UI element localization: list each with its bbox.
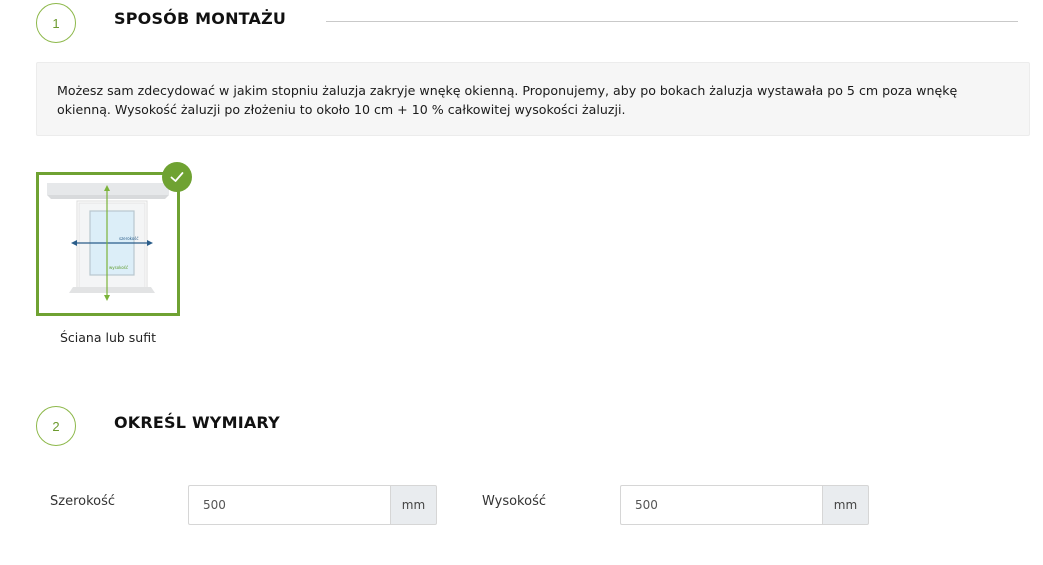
height-arrow-label: wysokość xyxy=(109,265,128,270)
window-mount-icon: szerokość wysokość xyxy=(47,183,169,301)
step-2-number: 2 xyxy=(36,406,76,446)
height-input-group: mm xyxy=(620,485,869,525)
mount-option-label: Ściana lub sufit xyxy=(59,330,156,345)
mount-option-wall-ceiling[interactable]: szerokość wysokość xyxy=(36,172,180,316)
mounting-info-text: Możesz sam zdecydować w jakim stopniu ża… xyxy=(57,83,958,117)
mounting-info-box: Możesz sam zdecydować w jakim stopniu ża… xyxy=(36,62,1030,136)
height-label: Wysokość xyxy=(482,494,546,509)
height-input[interactable] xyxy=(620,485,822,525)
selected-check-icon xyxy=(162,162,192,192)
step-1-divider xyxy=(326,21,1018,22)
width-label: Szerokość xyxy=(50,494,116,509)
width-unit: mm xyxy=(390,485,437,525)
step-2-number-text: 2 xyxy=(52,418,60,434)
step-1-title: SPOSÓB MONTAŻU xyxy=(114,9,287,28)
step-2-title: OKREŚL WYMIARY xyxy=(114,413,280,432)
step-1-number-text: 1 xyxy=(52,15,60,31)
width-input-group: mm xyxy=(188,485,437,525)
width-input[interactable] xyxy=(188,485,390,525)
step-1-number: 1 xyxy=(36,3,76,43)
configurator-page: 1 SPOSÓB MONTAŻU Możesz sam zdecydować w… xyxy=(0,0,1043,565)
height-unit: mm xyxy=(822,485,869,525)
width-arrow-label: szerokość xyxy=(119,236,139,241)
